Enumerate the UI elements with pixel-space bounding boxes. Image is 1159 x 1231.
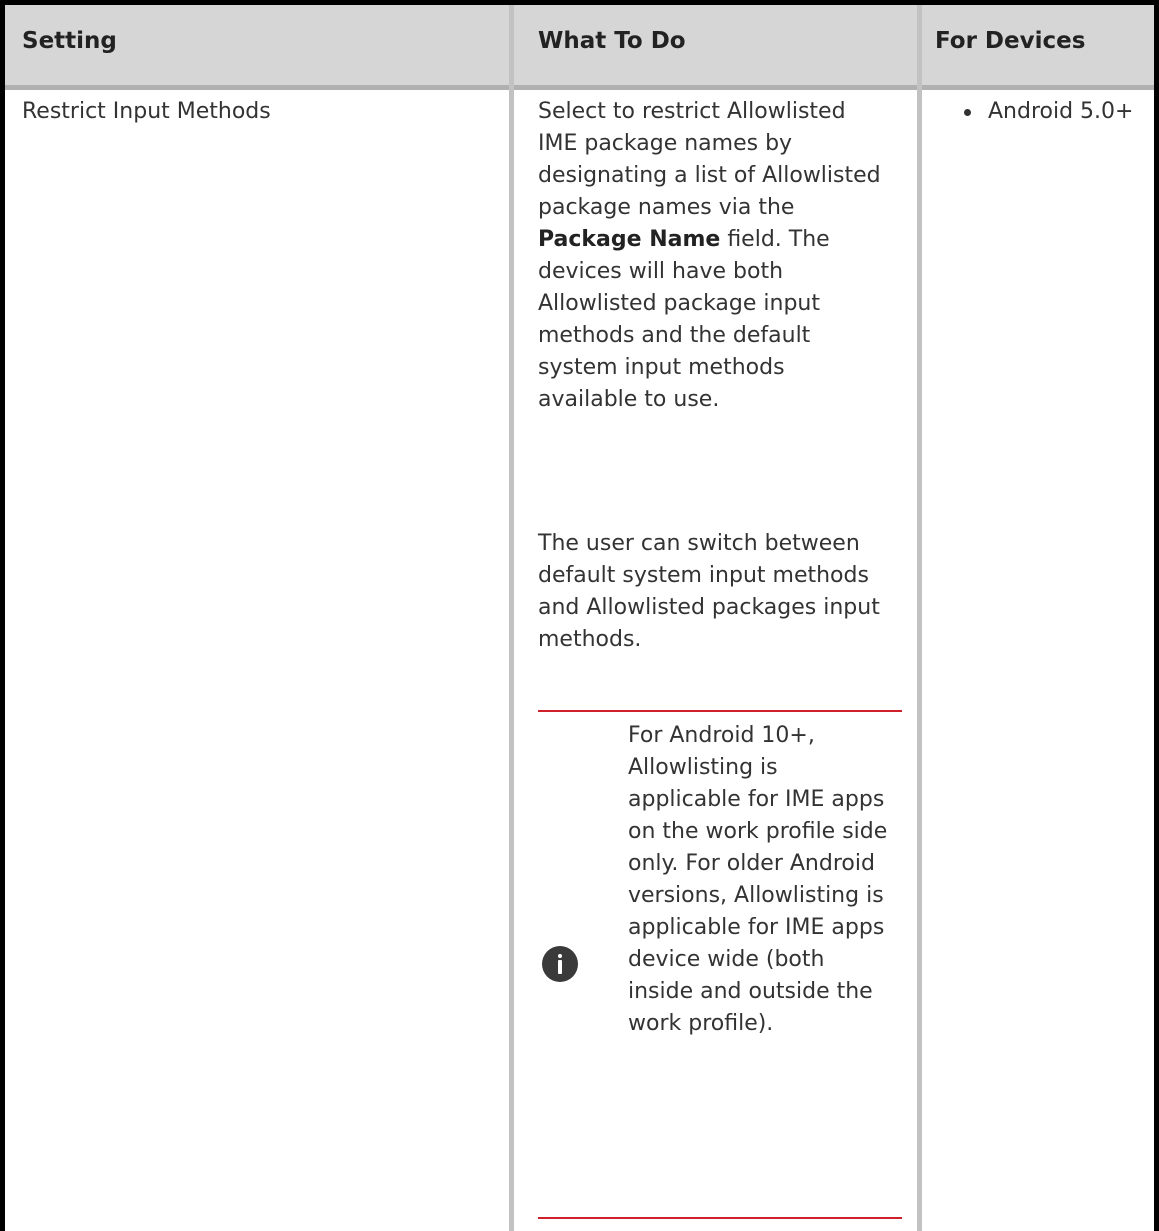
- header-divider: [5, 85, 1154, 90]
- what-to-do-paragraph: Select to restrict Allowlisted IME packa…: [538, 96, 888, 416]
- note-text: For Android 10+, Allowlisting is applica…: [628, 723, 888, 1036]
- info-icon: [542, 946, 578, 982]
- table-border-left: [0, 0, 5, 1231]
- header-for-devices: For Devices: [935, 28, 1086, 54]
- setting-name: Restrict Input Methods: [22, 99, 271, 124]
- what-to-do-paragraph: The user can switch between default syst…: [538, 531, 880, 652]
- bullet-icon: [964, 109, 971, 116]
- para-text: field. The devices will have both Allowl…: [538, 227, 830, 412]
- column-divider: [509, 5, 514, 1231]
- header-setting: Setting: [22, 28, 117, 54]
- header-what-to-do: What To Do: [538, 28, 686, 54]
- list-item: Android 5.0+: [958, 96, 1148, 128]
- column-divider: [917, 5, 922, 1231]
- package-name-term: Package Name: [538, 227, 721, 252]
- table-border-right: [1154, 0, 1159, 1231]
- para-text: Select to restrict Allowlisted IME packa…: [538, 99, 881, 220]
- settings-table: Setting What To Do For Devices Restrict …: [0, 0, 1159, 1231]
- device-list: Android 5.0+: [958, 96, 1148, 128]
- device-label: Android 5.0+: [988, 99, 1134, 124]
- note-rule-bottom: [538, 1217, 902, 1219]
- note-rule-top: [538, 710, 902, 712]
